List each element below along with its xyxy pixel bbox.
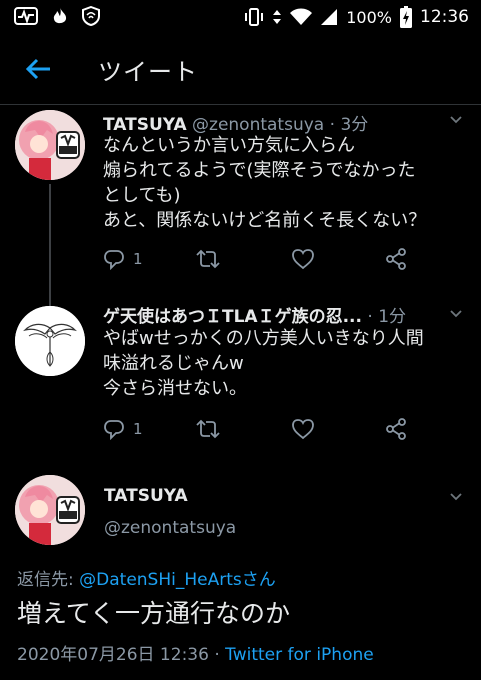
retweet-icon: [196, 419, 220, 439]
reply-count: 1: [133, 420, 143, 438]
chevron-down-icon[interactable]: [449, 306, 463, 320]
tweet-text: やばwせっかくの八方美人いきなり人間 味溢れるじゃんw 今さら消せない。: [103, 328, 424, 399]
avatar[interactable]: [15, 306, 85, 376]
tweet-meta: 2020年07月26日 12:36 · Twitter for iPhone: [17, 640, 374, 665]
avatar-image: [15, 306, 85, 376]
status-bar-right: 100% 12:36: [244, 6, 469, 28]
cell-signal-icon: [321, 9, 338, 25]
retweet-icon: [196, 249, 220, 269]
client-link[interactable]: Twitter for iPhone: [225, 645, 374, 665]
like-action[interactable]: [291, 248, 315, 270]
reply-action[interactable]: 1: [103, 248, 143, 270]
avatar-image: [15, 110, 85, 180]
tweet-actions: 1: [103, 248, 433, 274]
retweet-action[interactable]: [195, 418, 221, 440]
retweet-action[interactable]: [195, 248, 221, 270]
reply-to-prefix: 返信先:: [17, 570, 80, 590]
avatar[interactable]: [15, 110, 85, 180]
thread-line: [49, 294, 51, 306]
share-action[interactable]: [385, 418, 407, 440]
separator: ·: [329, 115, 336, 135]
separator: ·: [367, 307, 373, 327]
activity-icon: [14, 7, 38, 25]
tweet-item[interactable]: ゲ天使はあつＩTLAＩゲ族の忍... · 1分 やばwせっかくの八方美人いきなり…: [0, 294, 481, 464]
tweet-screen: 100% 12:36 ツイート TATSUYA @zenontatsuya · …: [0, 0, 481, 680]
tinder-flame-icon: [53, 7, 67, 24]
status-time: 12:36: [420, 7, 469, 27]
reply-mention-link[interactable]: @DatenSHi_HeArtsさん: [79, 570, 276, 590]
thread-line: [49, 184, 51, 294]
battery-percent: 100%: [346, 7, 392, 27]
battery-charging-icon: [400, 6, 412, 28]
wifi-icon: [290, 8, 313, 25]
main-user-handle[interactable]: @zenontatsuya: [104, 518, 236, 538]
main-tweet-text: 増えてく一方通行なのか: [17, 599, 291, 628]
page-title: ツイート: [98, 58, 198, 86]
status-bar: 100% 12:36: [0, 0, 481, 34]
chevron-down-icon[interactable]: [449, 489, 463, 503]
share-icon: [386, 418, 406, 440]
tweet-header: TATSUYA @zenontatsuya · 3分: [103, 110, 368, 135]
avatar-image: [15, 475, 85, 545]
reply-to-line: 返信先: @DatenSHi_HeArtsさん: [17, 565, 276, 590]
tweet-text: なんというか言い方気に入らん 煽られてるようで(実際そうでなかった としても) …: [103, 135, 427, 231]
separator: ·: [208, 645, 226, 665]
share-action[interactable]: [385, 248, 407, 270]
shield-icon: [82, 6, 100, 26]
tweet-time: 3分: [340, 115, 369, 135]
tweet-item[interactable]: TATSUYA @zenontatsuya · 3分 なんというか言い方気に入ら…: [0, 104, 481, 294]
back-arrow-icon[interactable]: [24, 54, 54, 84]
tweet-header: ゲ天使はあつＩTLAＩゲ族の忍... · 1分: [103, 302, 406, 327]
share-icon: [386, 248, 406, 270]
heart-icon: [292, 419, 314, 440]
app-header: ツイート: [0, 34, 481, 105]
data-transfer-icon: [273, 10, 282, 24]
heart-icon: [292, 249, 314, 270]
like-action[interactable]: [291, 418, 315, 440]
reply-count: 1: [133, 250, 143, 268]
reply-icon: [104, 250, 124, 270]
chevron-down-icon[interactable]: [449, 112, 463, 126]
vibrate-icon: [245, 8, 264, 26]
display-name[interactable]: TATSUYA: [103, 115, 187, 135]
user-handle[interactable]: @zenontatsuya: [192, 115, 324, 135]
reply-action[interactable]: 1: [103, 418, 143, 440]
tweet-time: 1分: [378, 307, 407, 327]
tweet-datetime: 2020年07月26日 12:36: [17, 645, 209, 665]
reply-icon: [104, 420, 124, 440]
tweet-actions: 1: [103, 418, 433, 444]
main-display-name[interactable]: TATSUYA: [104, 486, 188, 506]
status-bar-left: [14, 6, 100, 26]
display-name[interactable]: ゲ天使はあつＩTLAＩゲ族の忍...: [103, 307, 362, 327]
avatar[interactable]: [15, 475, 85, 545]
